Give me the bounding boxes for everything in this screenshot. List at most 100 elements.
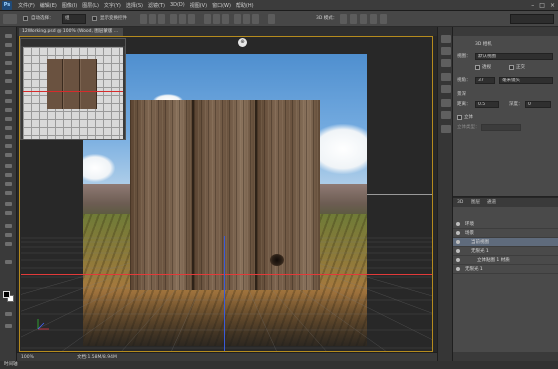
history-panel-icon[interactable]: [441, 35, 451, 43]
clone-stamp-tool-icon[interactable]: [4, 107, 13, 113]
visibility-eye-icon[interactable]: [456, 222, 460, 226]
move-tool-preset-icon[interactable]: [3, 14, 17, 24]
actions-panel-icon[interactable]: [441, 47, 451, 55]
hand-tool-icon[interactable]: [4, 201, 13, 207]
menu-3d[interactable]: 3D(D): [170, 2, 185, 9]
distribute-right-icon[interactable]: [252, 14, 259, 24]
distribute-vcenter-icon[interactable]: [213, 14, 220, 24]
scene-row[interactable]: 环境: [453, 220, 558, 229]
secondary-view-panel[interactable]: [20, 38, 126, 140]
tab-channels[interactable]: 通道: [487, 199, 496, 206]
menu-help[interactable]: 帮助(H): [236, 2, 254, 9]
brush-tool-icon[interactable]: [4, 98, 13, 104]
visibility-eye-icon[interactable]: [456, 231, 460, 235]
eraser-tool-icon[interactable]: [4, 125, 13, 131]
distribute-top-icon[interactable]: [204, 14, 211, 24]
history-brush-tool-icon[interactable]: [4, 116, 13, 122]
brush-panel-icon[interactable]: [441, 59, 451, 67]
menu-filter[interactable]: 滤镜(T): [148, 2, 165, 9]
quick-select-tool-icon[interactable]: [4, 60, 13, 66]
distribute-hcenter-icon[interactable]: [243, 14, 250, 24]
blur-tool-icon[interactable]: [4, 143, 13, 149]
timeline-tab[interactable]: 时间轴: [4, 361, 18, 369]
type-tool-icon[interactable]: [4, 172, 13, 178]
show-transform-checkbox[interactable]: [92, 16, 97, 21]
auto-align-icon[interactable]: [268, 14, 275, 24]
menu-view[interactable]: 视图(V): [190, 2, 207, 9]
align-hcenter-icon[interactable]: [179, 14, 186, 24]
document-info[interactable]: 文档:1.58M/8.94M: [77, 354, 117, 361]
distance-field[interactable]: 0.5: [475, 101, 499, 108]
foreground-color-swatch[interactable]: [3, 291, 10, 298]
document-tab[interactable]: 12Working.psd @ 100% (Wood, 图层蒙版 ...: [19, 28, 123, 36]
stereo-checkbox[interactable]: [457, 115, 462, 120]
stereo-type-dropdown[interactable]: [481, 124, 521, 131]
align-right-icon[interactable]: [188, 14, 195, 24]
maximize-button[interactable]: □: [539, 2, 545, 9]
tab-layers[interactable]: 图层: [471, 199, 480, 206]
visibility-eye-icon[interactable]: [456, 258, 460, 262]
styles-panel-icon[interactable]: [441, 111, 451, 119]
gradient-tool-icon[interactable]: [4, 134, 13, 140]
3d-slide-icon[interactable]: [370, 14, 377, 24]
distribute-bottom-icon[interactable]: [222, 14, 229, 24]
dodge-tool-icon[interactable]: [4, 152, 13, 158]
scene-row[interactable]: 立体贴图 1 材质: [453, 256, 558, 265]
crop-tool-icon[interactable]: [4, 69, 13, 75]
zoom-tool-icon[interactable]: [4, 210, 13, 216]
distribute-left-icon[interactable]: [234, 14, 241, 24]
scene-row[interactable]: 无限光 1: [453, 265, 558, 274]
align-top-icon[interactable]: [140, 14, 147, 24]
healing-brush-tool-icon[interactable]: [4, 89, 13, 95]
view-dropdown[interactable]: 默认视图: [475, 53, 553, 60]
perspective-radio[interactable]: [475, 65, 480, 70]
menu-layer[interactable]: 图层(L): [82, 2, 99, 9]
quick-mask-icon[interactable]: [4, 311, 13, 317]
minimize-button[interactable]: –: [531, 2, 534, 9]
3d-scale-icon[interactable]: [380, 14, 387, 24]
3d-pan-icon[interactable]: [360, 14, 367, 24]
path-select-tool-icon[interactable]: [4, 181, 13, 187]
menu-type[interactable]: 文字(Y): [104, 2, 121, 9]
visibility-eye-icon[interactable]: [456, 267, 460, 271]
lasso-tool-icon[interactable]: [4, 51, 13, 57]
workspace-dropdown[interactable]: [510, 14, 554, 24]
menu-edit[interactable]: 编辑(E): [40, 2, 57, 9]
fov-unit-dropdown[interactable]: 毫米镜头: [499, 77, 553, 84]
visibility-eye-icon[interactable]: [456, 249, 460, 253]
scene-row-selected[interactable]: 当前视图: [453, 238, 558, 247]
visibility-eye-icon[interactable]: [456, 240, 460, 244]
menu-select[interactable]: 选择(S): [126, 2, 143, 9]
eyedropper-tool-icon[interactable]: [4, 78, 13, 84]
move-tool-icon[interactable]: [4, 33, 13, 39]
adjustments-panel-icon[interactable]: [441, 99, 451, 107]
3d-rotate-icon[interactable]: [340, 14, 347, 24]
scene-row[interactable]: 无限光 1: [453, 247, 558, 256]
color-panel-icon[interactable]: [441, 73, 451, 81]
menu-image[interactable]: 图像(I): [62, 2, 77, 9]
color-swatches[interactable]: [3, 291, 14, 302]
align-bottom-icon[interactable]: [158, 14, 165, 24]
align-vcenter-icon[interactable]: [149, 14, 156, 24]
3d-roll-icon[interactable]: [350, 14, 357, 24]
scene-row[interactable]: 场景: [453, 229, 558, 238]
shape-tool-icon[interactable]: [4, 190, 13, 196]
auto-select-dropdown[interactable]: 组: [62, 14, 86, 24]
close-button[interactable]: ×: [550, 2, 555, 9]
zoom-level[interactable]: 100%: [21, 354, 34, 361]
fov-field[interactable]: 37: [475, 77, 495, 84]
pen-tool-icon[interactable]: [4, 163, 13, 169]
menu-file[interactable]: 文件(F): [18, 2, 35, 9]
marquee-tool-icon[interactable]: [4, 42, 13, 48]
character-panel-icon[interactable]: [441, 125, 451, 133]
orthographic-radio[interactable]: [509, 65, 514, 70]
3d-camera-tool-icon[interactable]: [4, 232, 13, 238]
auto-select-checkbox[interactable]: [23, 16, 28, 21]
reset-colors-icon[interactable]: [4, 259, 13, 265]
extras-tool-icon[interactable]: [4, 241, 13, 247]
3d-object-tool-icon[interactable]: [4, 223, 13, 229]
screen-mode-icon[interactable]: [4, 323, 13, 329]
tab-3d[interactable]: 3D: [457, 199, 463, 206]
depth-field[interactable]: 0: [525, 101, 551, 108]
align-left-icon[interactable]: [170, 14, 177, 24]
